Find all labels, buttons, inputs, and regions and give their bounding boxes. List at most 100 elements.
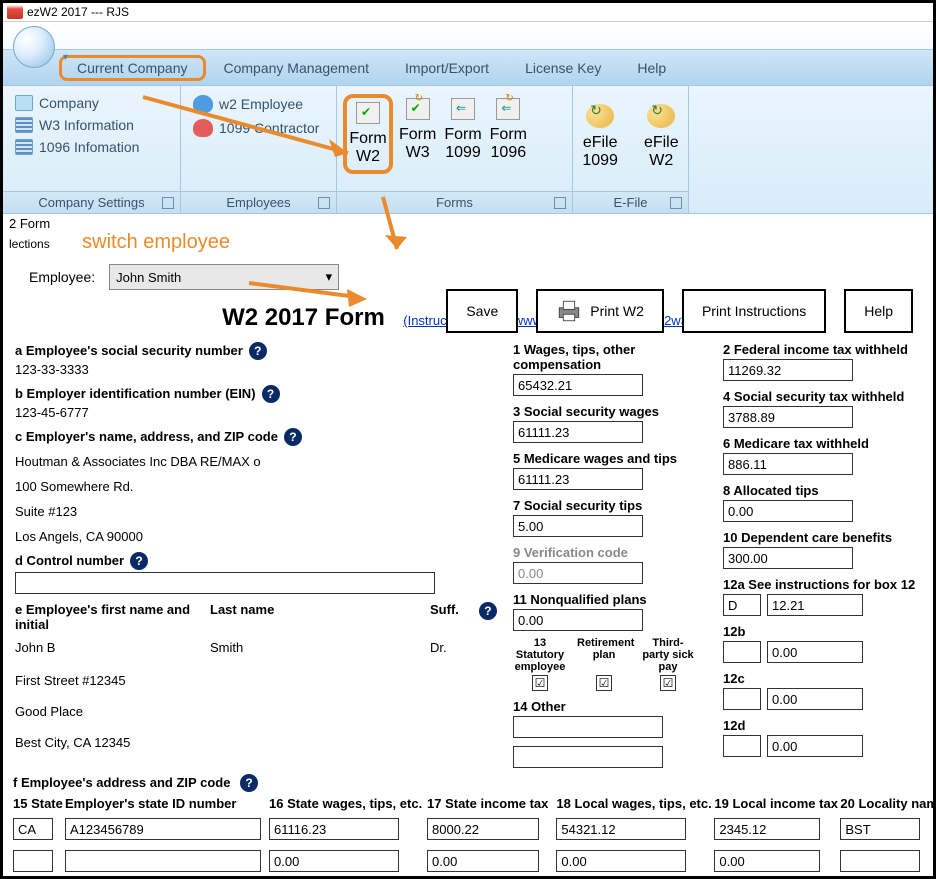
box12b-value-input[interactable] — [767, 641, 863, 663]
office-orb-button[interactable] — [13, 26, 55, 68]
nav-w2-employee[interactable]: w2 Employee — [191, 92, 326, 116]
eid2-input[interactable] — [65, 850, 261, 872]
col20-header: 20 Locality name — [840, 796, 930, 816]
print-w2-button[interactable]: Print W2 — [536, 289, 664, 333]
tab-company-management[interactable]: Company Management — [206, 56, 388, 80]
control-number-input[interactable] — [15, 572, 435, 594]
box7-label: 7 Social security tips — [513, 498, 713, 513]
chevron-down-icon: ▾ — [326, 269, 333, 285]
box8-input[interactable] — [723, 500, 853, 522]
box12a-label: 12a See instructions for box 12 — [723, 577, 923, 592]
form-title: W2 2017 Form — [222, 304, 385, 332]
box-c-label: c Employer's name, address, and ZIP code — [15, 429, 278, 444]
box20-2-input[interactable] — [840, 850, 920, 872]
box12b-code-input[interactable] — [723, 641, 761, 663]
help-icon[interactable]: ? — [249, 342, 267, 360]
employer-line4: Los Angels, CA 90000 — [15, 529, 513, 544]
box13b-checkbox[interactable]: ☑ — [596, 675, 612, 691]
dialog-launcher-icon[interactable] — [162, 197, 174, 209]
nav-1099-contractor[interactable]: 1099 Contractor — [191, 116, 326, 140]
eid1-input[interactable] — [65, 818, 261, 840]
quick-access-dropdown[interactable]: ▾ — [63, 52, 68, 63]
box18-1-input[interactable] — [556, 818, 686, 840]
emp-first-name: John B — [15, 640, 210, 655]
box14-input-2[interactable] — [513, 746, 663, 768]
box13a-checkbox[interactable]: ☑ — [532, 675, 548, 691]
emp-last-name: Smith — [210, 640, 430, 655]
box12a-value-input[interactable] — [767, 594, 863, 616]
box4-input[interactable] — [723, 406, 853, 428]
box10-input[interactable] — [723, 547, 853, 569]
box3-input[interactable] — [513, 421, 643, 443]
box19-1-input[interactable] — [714, 818, 820, 840]
box14-label: 14 Other — [513, 699, 713, 714]
tab-help[interactable]: Help — [619, 56, 684, 80]
nav-company[interactable]: Company — [13, 92, 170, 114]
box9-input — [513, 562, 643, 584]
print-instructions-button[interactable]: Print Instructions — [682, 289, 826, 333]
state1-input[interactable] — [13, 818, 53, 840]
form-1096-button[interactable]: ↻⇐ Form1096 — [488, 94, 529, 174]
box12d-label: 12d — [723, 718, 923, 733]
emp-addr1: First Street #12345 — [15, 673, 513, 688]
save-button[interactable]: Save — [446, 289, 518, 333]
box20-1-input[interactable] — [840, 818, 920, 840]
panel-subtitle: 2 Form — [9, 216, 927, 231]
form-1099-button[interactable]: ⇐ Form1099 — [442, 94, 483, 174]
box12a-code-input[interactable] — [723, 594, 761, 616]
tab-current-company[interactable]: Current Company — [59, 55, 206, 81]
dialog-launcher-icon[interactable] — [554, 197, 566, 209]
help-icon[interactable]: ? — [262, 385, 280, 403]
form-w2-button[interactable]: ✔ FormW2 — [343, 94, 393, 174]
box12c-code-input[interactable] — [723, 688, 761, 710]
box18-2-input[interactable] — [556, 850, 686, 872]
box6-input[interactable] — [723, 453, 853, 475]
box19-2-input[interactable] — [714, 850, 820, 872]
home-icon — [15, 95, 33, 111]
form-w3-button[interactable]: ↻✔ FormW3 — [397, 94, 438, 174]
col17-header: 17 State income tax — [427, 796, 548, 816]
box5-input[interactable] — [513, 468, 643, 490]
box12d-value-input[interactable] — [767, 735, 863, 757]
box17-2-input[interactable] — [427, 850, 539, 872]
box12d-code-input[interactable] — [723, 735, 761, 757]
col18-header: 18 Local wages, tips, etc. — [556, 796, 706, 816]
box-b-value: 123-45-6777 — [15, 405, 513, 420]
dialog-launcher-icon[interactable] — [670, 197, 682, 209]
box17-1-input[interactable] — [427, 818, 539, 840]
state2-input[interactable] — [13, 850, 53, 872]
group-efile: E-File — [614, 195, 648, 210]
box2-label: 2 Federal income tax withheld — [723, 342, 923, 357]
help-icon[interactable]: ? — [240, 774, 258, 792]
tab-import-export[interactable]: Import/Export — [387, 56, 507, 80]
box12b-label: 12b — [723, 624, 923, 639]
box16-1-input[interactable] — [269, 818, 399, 840]
help-icon[interactable]: ? — [284, 428, 302, 446]
box11-input[interactable] — [513, 609, 643, 631]
box2-input[interactable] — [723, 359, 853, 381]
box13c-checkbox[interactable]: ☑ — [660, 675, 676, 691]
box14-input-1[interactable] — [513, 716, 663, 738]
efile-w2-button[interactable]: eFileW2 — [642, 100, 681, 174]
help-icon[interactable]: ? — [130, 552, 148, 570]
employee-label: Employee: — [29, 269, 95, 285]
employee-select[interactable]: John Smith ▾ — [109, 264, 339, 290]
efile-1099-button[interactable]: eFile1099 — [580, 100, 620, 174]
document-refresh-icon: ↻✔ — [406, 98, 430, 120]
box16-2-input[interactable] — [269, 850, 399, 872]
nav-1096-information[interactable]: 1096 Infomation — [13, 136, 170, 158]
box4-label: 4 Social security tax withheld — [723, 389, 923, 404]
employer-line2: 100 Somewhere Rd. — [15, 479, 513, 494]
box1-input[interactable] — [513, 374, 643, 396]
box-a-label: a Employee's social security number — [15, 343, 243, 358]
tab-license-key[interactable]: License Key — [507, 56, 619, 80]
box6-label: 6 Medicare tax withheld — [723, 436, 923, 451]
nav-w3-information[interactable]: W3 Information — [13, 114, 170, 136]
box7-input[interactable] — [513, 515, 643, 537]
dialog-launcher-icon[interactable] — [318, 197, 330, 209]
help-icon[interactable]: ? — [479, 602, 497, 620]
box12c-value-input[interactable] — [767, 688, 863, 710]
document-left-icon: ↻⇐ — [496, 98, 520, 120]
employee-selected: John Smith — [116, 270, 181, 285]
help-button[interactable]: Help — [844, 289, 913, 333]
